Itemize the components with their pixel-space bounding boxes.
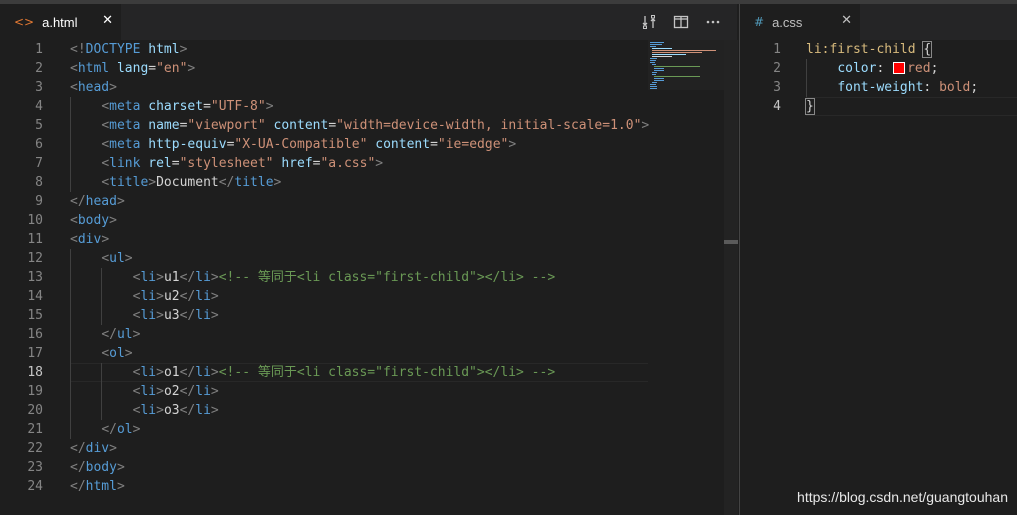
code-line[interactable]: <!DOCTYPE html> <box>70 40 649 59</box>
line-number-gutter: 1 2 3 4 <box>740 40 792 116</box>
line-number: 2 <box>35 61 43 76</box>
line-number: 2 <box>773 61 781 76</box>
code-line[interactable]: <ol> <box>70 344 649 363</box>
code-line[interactable]: <div> <box>70 230 649 249</box>
code-line[interactable]: <ul> <box>70 249 649 268</box>
tab-label: a.html <box>42 14 78 30</box>
css-code-line[interactable]: font-weight: bold; <box>806 78 978 97</box>
css-code-area[interactable]: li:first-child { color: red; font-weight… <box>805 40 978 116</box>
tab-label: a.css <box>772 14 803 30</box>
line-number: 1 <box>35 42 43 57</box>
code-line[interactable]: <li>u2</li> <box>70 287 649 306</box>
css-code-line[interactable]: color: red; <box>806 59 978 78</box>
css-code-line-current[interactable]: } <box>805 97 978 116</box>
color-swatch[interactable] <box>893 61 906 74</box>
line-number: 24 <box>27 479 43 494</box>
line-number: 3 <box>35 80 43 95</box>
line-number: 9 <box>35 194 43 209</box>
editor-group-html: <> a.html ✕ 1 2 3 4 5 6 7 8 9 10 11 12 1… <box>0 4 738 515</box>
code-line[interactable]: <li>u1</li><!-- 等同于<li class="first-chil… <box>70 268 649 287</box>
code-line[interactable]: </ul> <box>70 325 649 344</box>
code-line[interactable]: <li>u3</li> <box>70 306 649 325</box>
code-line-current[interactable]: <li>o1</li><!-- 等同于<li class="first-chil… <box>70 363 649 382</box>
editor-actions <box>633 4 729 40</box>
line-number: 15 <box>27 308 43 323</box>
split-editor-icon <box>673 15 689 29</box>
watermark: https://blog.csdn.net/guangtouhan <box>797 489 1008 505</box>
line-number: 22 <box>27 441 43 456</box>
code-area[interactable]: <!DOCTYPE html> <html lang="en"> <head> … <box>70 40 649 496</box>
css-file-icon: # <box>754 15 765 29</box>
line-number: 21 <box>27 422 43 437</box>
line-number: 23 <box>27 460 43 475</box>
code-line[interactable]: <meta name="viewport" content="width=dev… <box>70 116 649 135</box>
open-changes-button[interactable] <box>633 10 665 34</box>
close-icon[interactable]: ✕ <box>841 13 852 28</box>
compare-changes-icon <box>642 15 656 29</box>
line-number-current: 4 <box>773 99 781 114</box>
css-code-line[interactable]: li:first-child { <box>806 40 978 59</box>
line-number: 11 <box>27 232 43 247</box>
code-line[interactable]: <meta charset="UTF-8"> <box>70 97 649 116</box>
tab-a-css[interactable]: # a.css ✕ <box>740 4 860 40</box>
code-line[interactable]: <meta http-equiv="X-UA-Compatible" conte… <box>70 135 649 154</box>
code-line[interactable]: <title>Document</title> <box>70 173 649 192</box>
close-icon[interactable]: ✕ <box>102 13 113 28</box>
code-line[interactable]: </ol> <box>70 420 649 439</box>
split-editor-button[interactable] <box>665 10 697 34</box>
more-actions-button[interactable] <box>697 10 729 34</box>
line-number: 16 <box>27 327 43 342</box>
line-number: 14 <box>27 289 43 304</box>
line-number: 4 <box>35 99 43 114</box>
code-line[interactable]: </head> <box>70 192 649 211</box>
ellipsis-icon <box>706 20 720 24</box>
line-number: 5 <box>35 118 43 133</box>
minimap[interactable] <box>648 40 724 515</box>
code-line[interactable]: </html> <box>70 477 649 496</box>
line-number: 10 <box>27 213 43 228</box>
line-number: 6 <box>35 137 43 152</box>
code-line[interactable]: <li>o2</li> <box>70 382 649 401</box>
line-number-gutter: 1 2 3 4 5 6 7 8 9 10 11 12 13 14 15 16 1… <box>0 40 62 496</box>
line-number: 3 <box>773 80 781 95</box>
line-number: 1 <box>773 42 781 57</box>
code-line[interactable]: </body> <box>70 458 649 477</box>
tab-bar-right: # a.css ✕ <box>740 4 1017 40</box>
line-number: 13 <box>27 270 43 285</box>
vertical-scrollbar[interactable] <box>724 40 738 515</box>
line-number: 8 <box>35 175 43 190</box>
code-line[interactable]: <html lang="en"> <box>70 59 649 78</box>
minimap-preview <box>648 40 724 90</box>
line-number: 20 <box>27 403 43 418</box>
code-line[interactable]: <li>o3</li> <box>70 401 649 420</box>
line-number: 19 <box>27 384 43 399</box>
line-number: 12 <box>27 251 43 266</box>
code-line[interactable]: <link rel="stylesheet" href="a.css"> <box>70 154 649 173</box>
editor-group-css: # a.css ✕ 1 2 3 4 li:first-child { color… <box>739 4 1017 515</box>
code-line[interactable]: <body> <box>70 211 649 230</box>
html-file-icon: <> <box>14 15 35 29</box>
code-line[interactable]: <head> <box>70 78 649 97</box>
tab-bar: <> a.html ✕ <box>0 4 737 40</box>
line-number-current: 18 <box>27 365 43 380</box>
tab-a-html[interactable]: <> a.html ✕ <box>0 4 121 40</box>
code-line[interactable]: </div> <box>70 439 649 458</box>
line-number: 7 <box>35 156 43 171</box>
line-number: 17 <box>27 346 43 361</box>
scrollbar-cursor-marker <box>724 240 738 244</box>
